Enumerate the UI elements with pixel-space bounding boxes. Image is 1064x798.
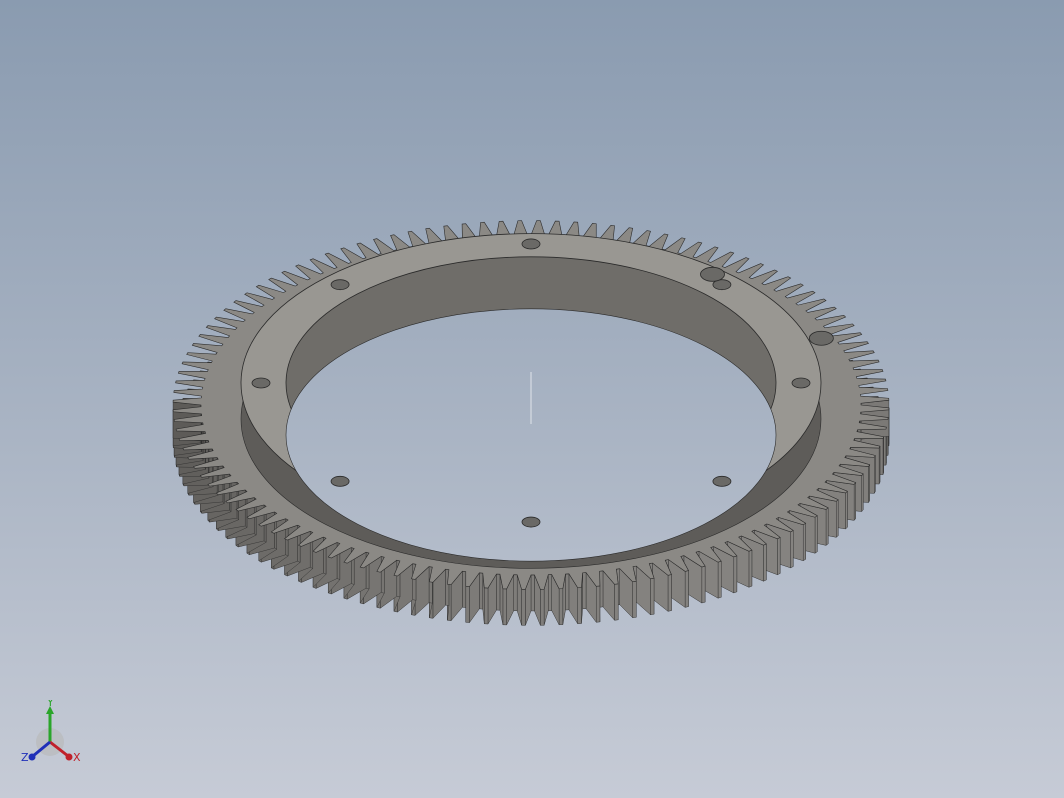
bolt-hole (521, 238, 541, 250)
tooth-flank (845, 490, 848, 530)
tooth-flank (790, 530, 794, 569)
tooth-flank (836, 499, 839, 538)
tooth-flank (814, 515, 818, 554)
tooth-flank (521, 589, 526, 626)
tooth-flank (614, 583, 619, 621)
tooth-flank (462, 571, 466, 608)
tooth-flank (803, 522, 806, 562)
tooth-flank (777, 537, 781, 576)
x-axis-arrowhead (65, 753, 73, 761)
bolt-hole (521, 516, 541, 528)
tooth-flank (479, 572, 483, 610)
tooth-flank (632, 580, 637, 619)
gear-model-view[interactable] (0, 0, 1064, 798)
tooth-flank (684, 570, 689, 608)
tooth-flank (861, 473, 864, 513)
tooth-flank (733, 555, 738, 594)
y-axis-label: Y (46, 700, 54, 709)
tooth-flank (650, 577, 655, 616)
extra-hole (700, 266, 725, 282)
tooth-flank (825, 507, 829, 546)
axis-triad[interactable]: Y X Z (18, 700, 88, 770)
tooth-flank (565, 573, 570, 611)
tooth-flank (502, 588, 507, 626)
x-axis-label: X (73, 751, 81, 764)
tooth-flank (530, 574, 535, 612)
bolt-hole (330, 279, 350, 291)
bolt-hole (791, 377, 811, 389)
z-axis-label: Z (21, 751, 29, 764)
cad-viewport[interactable]: Y X Z (0, 0, 1064, 798)
tooth-flank (596, 585, 601, 623)
bolt-hole (330, 475, 350, 487)
tooth-flank (484, 587, 489, 625)
tooth-flank (582, 572, 587, 610)
tooth-flank (701, 565, 706, 604)
z-axis-arrowhead (28, 753, 36, 761)
tooth-flank (540, 589, 545, 626)
tooth-flank (548, 574, 552, 611)
tooth-flank (667, 574, 672, 612)
tooth-flank (465, 586, 470, 623)
tooth-flank (748, 549, 753, 588)
tooth-flank (513, 574, 518, 612)
tooth-flank (717, 560, 722, 599)
extra-hole (808, 330, 834, 346)
tooth-flank (763, 543, 767, 582)
bolt-hole (251, 377, 271, 389)
tooth-flank (577, 587, 582, 625)
tooth-flank (558, 588, 564, 626)
tooth-flank (496, 573, 501, 611)
tooth-flank (853, 482, 856, 521)
bolt-hole (712, 475, 732, 487)
